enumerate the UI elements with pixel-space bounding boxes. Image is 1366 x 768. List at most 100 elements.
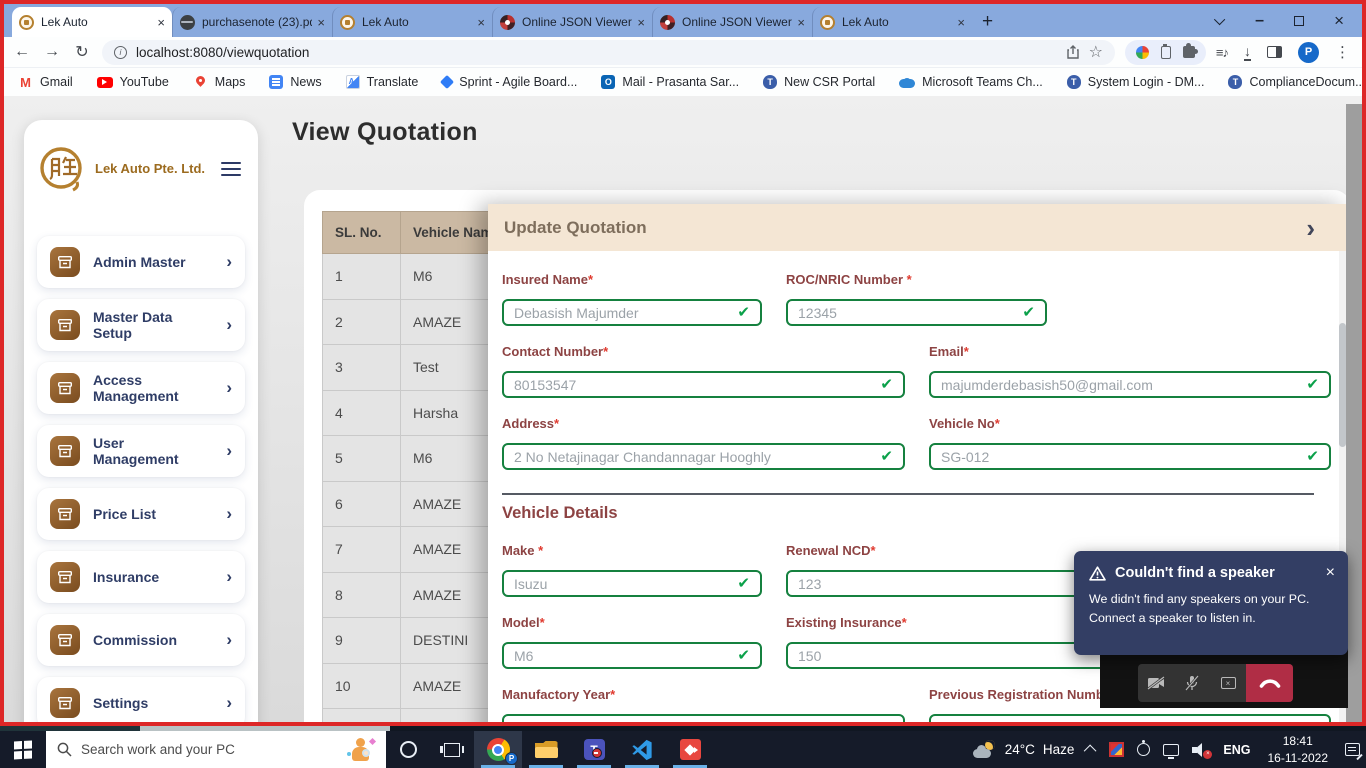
speaker-muted-icon[interactable]: × xyxy=(1192,743,1210,757)
drawer-scrollbar-thumb[interactable] xyxy=(1339,323,1346,447)
extension-colorful-icon[interactable] xyxy=(1136,46,1149,59)
tab-favicon xyxy=(820,15,835,30)
hamburger-menu-icon[interactable] xyxy=(221,162,241,177)
taskbar-clock[interactable]: 18:41 16-11-2022 xyxy=(1268,733,1329,767)
new-tab-button[interactable]: + xyxy=(982,11,993,33)
tray-app-icon[interactable] xyxy=(1109,742,1124,757)
window-close-button[interactable]: × xyxy=(1334,11,1344,31)
bookmark-item[interactable]: YouTube xyxy=(97,75,169,89)
hang-up-button[interactable] xyxy=(1246,664,1293,702)
cortana-button[interactable] xyxy=(386,731,430,768)
tab-search-chevron-icon[interactable] xyxy=(1214,14,1225,25)
start-button[interactable] xyxy=(0,731,46,768)
share-window-close-button[interactable]: × xyxy=(1210,664,1246,702)
tab-favicon xyxy=(500,15,515,30)
media-playlist-icon[interactable]: ≡♪ xyxy=(1216,45,1228,60)
tab-close-icon[interactable]: × xyxy=(317,15,325,30)
tab-close-icon[interactable]: × xyxy=(477,15,485,30)
sidebar-item[interactable]: Settings › xyxy=(37,677,245,726)
downloads-icon[interactable]: ↓ xyxy=(1244,44,1251,61)
sidebar-menu: Admin Master › Master Data Setup › xyxy=(37,236,245,726)
sidebar-item[interactable]: Commission › xyxy=(37,614,245,666)
tray-display-icon[interactable] xyxy=(1163,744,1179,756)
page-scrollbar[interactable] xyxy=(1346,104,1362,726)
taskbar-search-box[interactable]: Search work and your PC xyxy=(46,731,386,768)
mic-off-button[interactable] xyxy=(1174,664,1210,702)
browser-tab[interactable]: purchasenote (23).pdf × xyxy=(172,7,332,37)
weather-widget[interactable]: 24°C Haze xyxy=(973,742,1075,758)
previous-registration-input[interactable]: 2102✔ xyxy=(929,714,1331,726)
task-view-button[interactable] xyxy=(430,731,474,768)
chevron-right-icon: › xyxy=(226,378,232,398)
taskbar-app-chrome[interactable]: P xyxy=(474,731,522,768)
make-input[interactable]: Isuzu✔ xyxy=(502,570,762,597)
bookmark-item[interactable]: Translate xyxy=(346,75,419,89)
bookmark-item[interactable]: Gmail xyxy=(18,75,73,90)
tab-close-icon[interactable]: × xyxy=(957,15,965,30)
drawer-collapse-chevron-icon[interactable]: › xyxy=(1306,215,1315,241)
manufactory-year-input[interactable]: 2022✔ xyxy=(502,714,905,726)
browser-tab[interactable]: Online JSON Viewer × xyxy=(492,7,652,37)
archive-box-icon xyxy=(50,625,80,655)
bookmark-item[interactable]: News xyxy=(269,75,321,89)
share-icon[interactable] xyxy=(1066,45,1080,59)
browser-tab[interactable]: Lek Auto × xyxy=(12,7,172,37)
bookmark-item[interactable]: Microsoft Teams Ch... xyxy=(899,75,1043,89)
extension-clipboard-icon[interactable] xyxy=(1161,46,1171,59)
cell-slno: 7 xyxy=(323,527,401,573)
sidebar-item[interactable]: Insurance › xyxy=(37,551,245,603)
language-indicator[interactable]: ENG xyxy=(1223,743,1250,757)
browser-tab[interactable]: Lek Auto × xyxy=(332,7,492,37)
roc-nric-input[interactable]: 12345✔ xyxy=(786,299,1047,326)
taskbar-app-explorer[interactable] xyxy=(522,731,570,768)
site-info-icon[interactable]: i xyxy=(114,46,127,59)
taskbar-app-teams[interactable]: T xyxy=(570,731,618,768)
profile-avatar[interactable]: P xyxy=(1298,42,1319,63)
vscode-icon xyxy=(631,739,653,761)
sidebar-item[interactable]: Admin Master › xyxy=(37,236,245,288)
tab-close-icon[interactable]: × xyxy=(797,15,805,30)
sidebar-item[interactable]: Access Management › xyxy=(37,362,245,414)
extensions-puzzle-icon[interactable] xyxy=(1183,46,1195,58)
tray-circle-icon[interactable] xyxy=(1137,743,1150,756)
bookmark-item[interactable]: Sprint - Agile Board... xyxy=(442,75,577,89)
valid-check-icon: ✔ xyxy=(880,377,893,392)
restore-button[interactable] xyxy=(1294,16,1304,26)
contact-number-input[interactable]: 80153547✔ xyxy=(502,371,905,398)
sidebar-item[interactable]: Master Data Setup › xyxy=(37,299,245,351)
side-panel-icon[interactable] xyxy=(1267,46,1282,58)
vehicle-no-input[interactable]: SG-012✔ xyxy=(929,443,1331,470)
tray-expand-chevron-icon[interactable] xyxy=(1084,745,1097,758)
forward-button[interactable]: → xyxy=(42,43,62,61)
email-input[interactable]: majumderdebasish50@gmail.com✔ xyxy=(929,371,1331,398)
bookmark-item[interactable]: Mail - Prasanta Sar... xyxy=(601,75,739,89)
notification-close-icon[interactable]: × xyxy=(1326,564,1335,582)
sidebar-item[interactable]: User Management › xyxy=(37,425,245,477)
browser-menu-icon[interactable]: ⋮ xyxy=(1335,43,1350,61)
minimize-button[interactable]: – xyxy=(1255,12,1264,30)
tab-close-icon[interactable]: × xyxy=(157,15,165,30)
taskbar-app-vscode[interactable] xyxy=(618,731,666,768)
reload-button[interactable]: ↻ xyxy=(72,42,92,62)
back-button[interactable]: ← xyxy=(12,43,32,61)
bookmark-item[interactable]: System Login - DM... xyxy=(1067,75,1205,89)
chrome-profile-badge: P xyxy=(505,752,518,765)
address-bar[interactable]: i localhost:8080/viewquotation ☆ xyxy=(102,40,1115,65)
bookmark-item[interactable]: ComplianceDocum... xyxy=(1228,75,1365,89)
insured-name-input[interactable]: Debasish Majumder✔ xyxy=(502,299,762,326)
tab-close-icon[interactable]: × xyxy=(637,15,645,30)
bookmark-item[interactable]: Maps xyxy=(193,75,246,90)
weather-icon xyxy=(973,742,997,758)
address-input[interactable]: 2 No Netajinagar Chandannagar Hooghly✔ xyxy=(502,443,905,470)
date: 16-11-2022 xyxy=(1268,750,1329,767)
camera-off-button[interactable] xyxy=(1138,664,1174,702)
url-text[interactable]: localhost:8080/viewquotation xyxy=(136,45,1057,60)
taskbar-app-red[interactable] xyxy=(666,731,714,768)
model-input[interactable]: M6✔ xyxy=(502,642,762,669)
action-center-icon[interactable] xyxy=(1345,743,1360,756)
bookmark-item[interactable]: New CSR Portal xyxy=(763,75,875,89)
browser-tab[interactable]: Online JSON Viewer × xyxy=(652,7,812,37)
browser-tab[interactable]: Lek Auto × xyxy=(812,7,972,37)
sidebar-item[interactable]: Price List › xyxy=(37,488,245,540)
bookmark-star-icon[interactable]: ☆ xyxy=(1089,42,1103,62)
